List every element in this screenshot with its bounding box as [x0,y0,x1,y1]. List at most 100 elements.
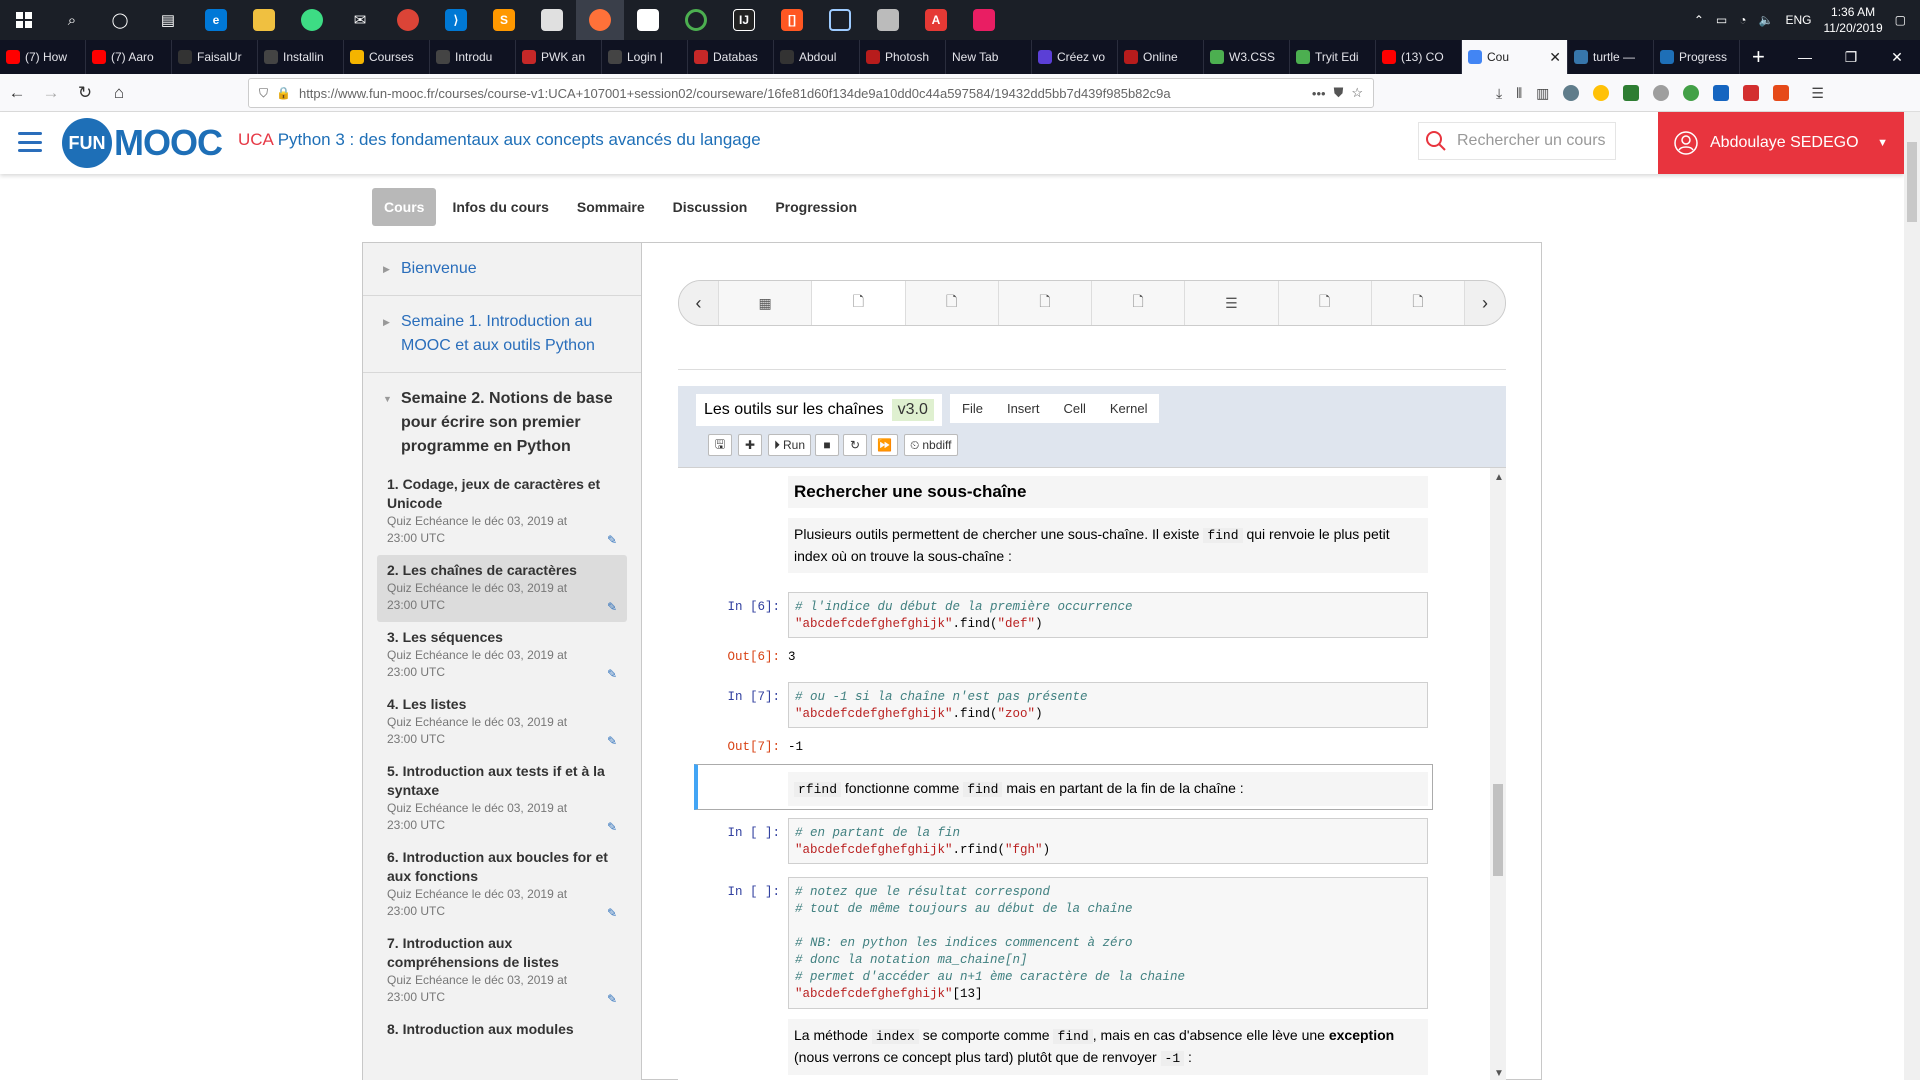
previous-unit-button[interactable]: ‹ [679,281,719,325]
bookmark-star-icon[interactable]: ☆ [1351,85,1363,101]
tab-infos[interactable]: Infos du cours [440,188,560,226]
wifi-icon[interactable]: ◔ [1739,13,1746,27]
browser-tab[interactable]: Créez vo [1032,40,1118,74]
library-icon[interactable]: ⫴ [1516,85,1522,102]
battery-icon[interactable]: ▭ [1716,13,1727,27]
page-icon[interactable]: 🗋 [1279,281,1372,325]
sequence-item[interactable]: 2. Les chaînes de caractères Quiz Echéanc… [377,555,627,622]
mail-icon[interactable]: ✉ [336,0,384,40]
browser-tab[interactable]: Tryit Edi [1290,40,1376,74]
nbdiff-button[interactable]: ⏲ nbdiff [903,434,958,456]
add-cell-icon[interactable]: ✚ [738,434,762,456]
app-icon[interactable] [960,0,1008,40]
scroll-thumb[interactable] [1493,784,1503,876]
store-icon[interactable] [624,0,672,40]
notifications-icon[interactable]: ▢ [1895,13,1906,27]
search-icon[interactable] [1425,130,1447,152]
back-icon[interactable]: ← [0,83,34,103]
lock-icon[interactable]: 🔒 [276,86,291,100]
android-studio-icon[interactable] [288,0,336,40]
page-icon[interactable]: 🗋 [906,281,999,325]
chapter-semaine-1[interactable]: ▶ Semaine 1. Introduction au MOOC et aux … [363,296,641,373]
brackets-icon[interactable]: [] [768,0,816,40]
browser-tab[interactable]: PWK an [516,40,602,74]
clock[interactable]: 1:36 AM 11/20/2019 [1823,4,1882,36]
menu-file[interactable]: File [950,394,995,423]
circle-app-icon[interactable] [672,0,720,40]
save-icon[interactable]: 🖫 [708,434,732,456]
sequence-item[interactable]: 6. Introduction aux boucles for et aux f… [377,842,627,928]
download-icon[interactable]: ⤓ [1496,85,1502,102]
sublime-icon[interactable]: S [480,0,528,40]
browser-tab[interactable]: Installin [258,40,344,74]
fun-mooc-logo[interactable]: FUN MOOC [62,118,223,168]
account-icon[interactable] [1563,85,1580,101]
browser-tab[interactable]: (7) How [0,40,86,74]
url-bar[interactable]: ⛉ 🔒 https://www.fun-mooc.fr/courses/cour… [248,78,1374,108]
sequence-item[interactable]: 5. Introduction aux tests if et à la syn… [377,756,627,842]
box-icon[interactable] [816,0,864,40]
browser-tab[interactable]: (7) Aaro [86,40,172,74]
browser-tab[interactable]: Abdoul [774,40,860,74]
vscode-icon[interactable]: ⟩ [432,0,480,40]
code-cell[interactable]: # en partant de la fin "abcdefcdefghefgh… [788,818,1428,864]
menu-cell[interactable]: Cell [1051,394,1097,423]
forward-icon[interactable]: → [34,83,68,103]
browser-tab[interactable]: Databas [688,40,774,74]
close-window-button[interactable]: ✕ [1874,49,1920,66]
hamburger-menu-icon[interactable] [18,132,42,152]
sequence-item[interactable]: 4. Les listes Quiz Echéance le déc 03, 20… [377,689,627,756]
extension-icon[interactable] [1593,85,1610,101]
sequence-item[interactable]: 1. Codage, jeux de caractères et Unicode… [377,469,627,555]
browser-tab[interactable]: Photosh [860,40,946,74]
url-text[interactable]: https://www.fun-mooc.fr/courses/course-v… [299,86,1304,101]
page-scroll-thumb[interactable] [1907,142,1917,222]
volume-icon[interactable]: 🔈 [1759,13,1774,27]
checkmark-extension-icon[interactable] [1623,85,1640,101]
home-icon[interactable]: ⌂ [102,83,136,103]
github-extension-icon[interactable] [1653,85,1670,101]
tab-sommaire[interactable]: Sommaire [565,188,657,226]
chapter-bienvenue[interactable]: ▶ Bienvenue [363,243,641,296]
run-button[interactable]: ⏵ Run [768,434,812,456]
browser-tab[interactable]: FaisalUr [172,40,258,74]
page-icon[interactable]: 🗋 [812,281,906,325]
tab-progression[interactable]: Progression [763,188,869,226]
new-tab-button[interactable]: + [1740,44,1777,70]
tab-cours[interactable]: Cours [372,188,437,226]
file-explorer-icon[interactable] [240,0,288,40]
tab-discussion[interactable]: Discussion [661,188,760,226]
browser-tab[interactable]: Progress [1654,40,1740,74]
next-unit-button[interactable]: › [1465,281,1505,325]
sidebar-icon[interactable]: ▥ [1536,85,1549,102]
user-menu[interactable]: Abdoulaye SEDEGO ▼ [1658,112,1904,174]
minimize-button[interactable]: — [1782,49,1828,66]
page-icon[interactable]: 🗋 [1092,281,1186,325]
reload-icon[interactable]: ↻ [68,83,102,103]
sequence-item[interactable]: 8. Introduction aux modules [377,1014,627,1047]
code-cell[interactable]: # l'indice du début de la première occur… [788,592,1428,638]
course-search[interactable]: Rechercher un cours [1418,122,1616,160]
list-icon[interactable]: ☰ [1185,281,1279,325]
browser-tab[interactable]: W3.CSS [1204,40,1290,74]
file-icon[interactable] [528,0,576,40]
browser-tab[interactable]: (13) CO [1376,40,1462,74]
page-actions-icon[interactable]: ••• [1312,86,1326,101]
start-icon[interactable] [0,0,48,40]
badge-extension-icon[interactable] [1713,85,1730,101]
shield-app-icon[interactable] [864,0,912,40]
browser-tab[interactable]: New Tab [946,40,1032,74]
browser-tab[interactable]: Login | [602,40,688,74]
pdf-icon[interactable]: A [912,0,960,40]
language-indicator[interactable]: ENG [1785,13,1811,27]
code-cell[interactable]: # ou -1 si la chaîne n'est pas présente … [788,682,1428,728]
shield-icon[interactable]: ⛉ [259,86,268,101]
scroll-up-icon[interactable]: ▲ [1494,472,1504,483]
browser-tab[interactable]: Cou ✕ [1462,40,1568,74]
sequence-item[interactable]: 7. Introduction aux compréhensions de li… [377,928,627,1014]
video-icon[interactable]: ▦ [719,281,813,325]
menu-kernel[interactable]: Kernel [1098,394,1160,423]
edge-icon[interactable]: e [192,0,240,40]
task-view-icon[interactable]: ▤ [144,0,192,40]
browser-tab[interactable]: Online [1118,40,1204,74]
